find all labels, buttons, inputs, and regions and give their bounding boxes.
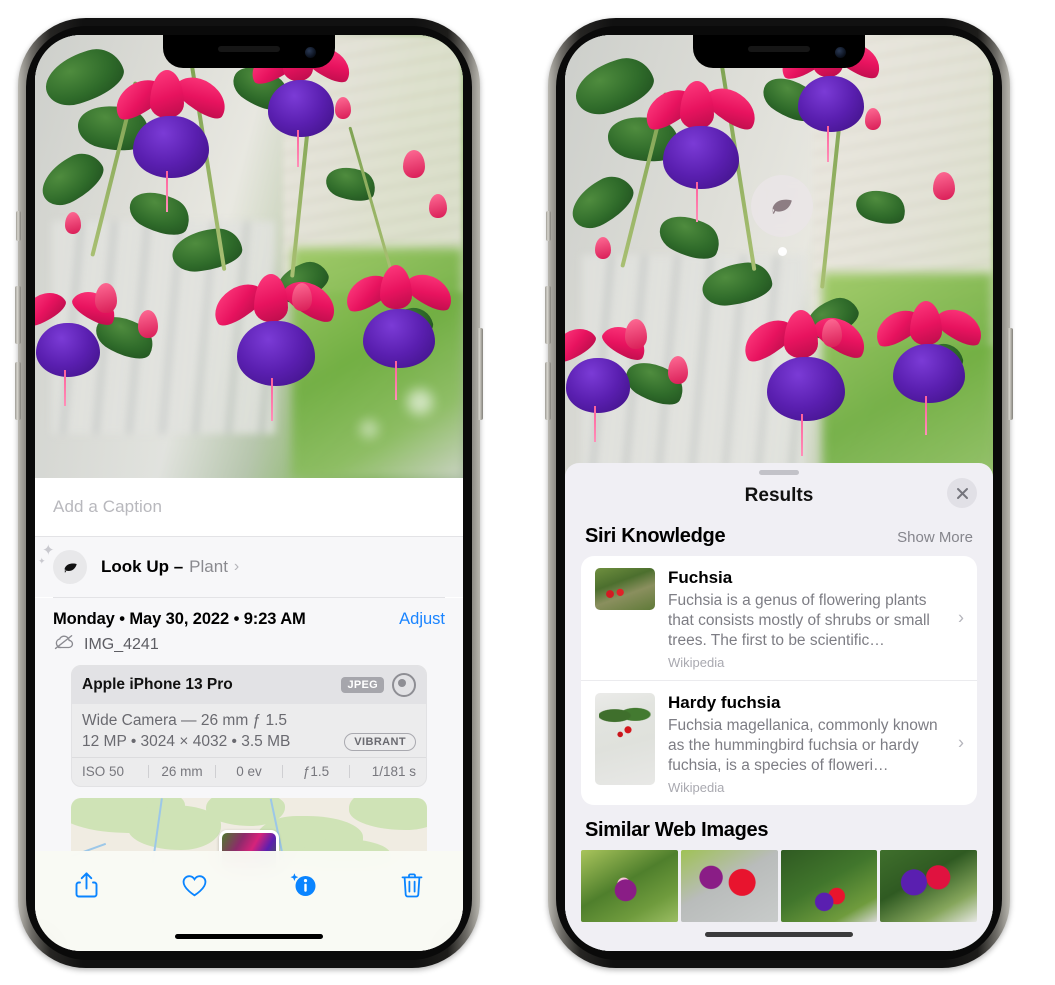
screen-left: Add a Caption ✦ ✦ Look Up – Plant › Mond… <box>35 35 463 951</box>
look-up-title: Look Up – <box>101 557 184 576</box>
volume-down-button[interactable] <box>545 362 551 420</box>
visual-look-up-badge[interactable] <box>751 175 813 237</box>
info-sparkle-icon[interactable] <box>282 865 324 905</box>
power-button[interactable] <box>1007 328 1013 420</box>
screen-right: Results Siri Knowledge Show More Fuchsia… <box>565 35 993 951</box>
file-row: IMG_4241 <box>53 634 445 655</box>
caption-row[interactable]: Add a Caption <box>35 478 463 536</box>
result-description: Fuchsia magellanica, commonly known as t… <box>668 716 938 775</box>
format-badge: JPEG <box>341 677 384 693</box>
list-item[interactable]: Fuchsia Fuchsia is a genus of flowering … <box>581 556 977 680</box>
result-source: Wikipedia <box>668 780 725 796</box>
look-up-subject: Plant <box>189 557 228 576</box>
camera-info-card: Apple iPhone 13 Pro JPEG Wide Camera — 2… <box>71 665 427 787</box>
front-camera-icon <box>835 47 846 58</box>
home-indicator[interactable] <box>705 932 853 937</box>
look-up-label: Look Up – Plant › <box>101 557 239 577</box>
photo-filename: IMG_4241 <box>84 635 159 653</box>
bottom-toolbar <box>35 851 463 951</box>
mute-switch[interactable] <box>546 211 551 241</box>
web-image-thumbnail[interactable] <box>880 850 977 923</box>
result-source: Wikipedia <box>668 655 725 671</box>
share-icon[interactable] <box>65 865 107 905</box>
cloud-slash-icon <box>53 634 75 655</box>
favorite-heart-icon[interactable] <box>174 865 216 905</box>
leaf-icon: ✦ ✦ <box>38 543 87 584</box>
power-button[interactable] <box>477 328 483 420</box>
volume-up-button[interactable] <box>545 286 551 344</box>
screenshot-root: Add a Caption ✦ ✦ Look Up – Plant › Mond… <box>0 0 1055 985</box>
aperture-icon <box>392 673 416 697</box>
result-title: Hardy fuchsia <box>668 693 781 713</box>
camera-model: Apple iPhone 13 Pro <box>82 676 233 693</box>
exif-shutter: 1/181 s <box>371 764 416 779</box>
siri-knowledge-card: Fuchsia Fuchsia is a genus of flowering … <box>581 556 977 806</box>
section-title: Similar Web Images <box>585 819 769 842</box>
earpiece-speaker <box>218 46 280 52</box>
trash-icon[interactable] <box>391 865 433 905</box>
chevron-right-icon: › <box>958 607 964 628</box>
exif-row: ISO 50 26 mm 0 ev ƒ1.5 1/181 s <box>72 757 426 786</box>
section-title: Siri Knowledge <box>585 525 726 547</box>
web-image-thumbnail[interactable] <box>780 850 878 923</box>
look-up-row[interactable]: ✦ ✦ Look Up – Plant › <box>35 537 463 597</box>
result-title: Fuchsia <box>668 568 733 587</box>
front-camera-icon <box>305 47 316 58</box>
exif-aperture: ƒ1.5 <box>302 764 330 779</box>
exif-iso: ISO 50 <box>82 764 125 779</box>
close-icon[interactable] <box>947 478 977 508</box>
camera-card-header: Apple iPhone 13 Pro JPEG <box>72 666 426 704</box>
chevron-right-icon: › <box>233 558 240 575</box>
visual-look-up-anchor-dot <box>778 247 787 256</box>
list-item[interactable]: Hardy fuchsia Fuchsia magellanica, commo… <box>581 680 977 805</box>
exif-ev: 0 ev <box>236 764 262 779</box>
iphone-right: Results Siri Knowledge Show More Fuchsia… <box>545 18 1013 968</box>
similar-web-images-header: Similar Web Images <box>565 805 993 848</box>
sparkle-small-icon: ✦ <box>38 556 46 566</box>
result-description: Fuchsia is a genus of flowering plants t… <box>668 591 930 650</box>
web-image-thumbnail[interactable] <box>680 850 778 923</box>
volume-down-button[interactable] <box>15 362 21 420</box>
caption-input[interactable]: Add a Caption <box>53 497 162 517</box>
result-thumbnail <box>595 693 655 786</box>
profile-badge: VIBRANT <box>344 733 416 751</box>
flower <box>108 68 234 213</box>
volume-up-button[interactable] <box>15 286 21 344</box>
similar-web-images-row[interactable] <box>565 850 993 923</box>
exif-focal: 26 mm <box>161 764 203 779</box>
notch <box>693 35 865 68</box>
siri-knowledge-header: Siri Knowledge Show More <box>565 517 993 556</box>
earpiece-speaker <box>748 46 810 52</box>
results-sheet: Results Siri Knowledge Show More Fuchsia… <box>565 463 993 951</box>
web-image-thumbnail[interactable] <box>581 850 678 923</box>
sheet-title: Results <box>744 485 814 506</box>
home-indicator[interactable] <box>175 934 323 939</box>
mute-switch[interactable] <box>16 211 21 241</box>
camera-card-body: Wide Camera — 26 mm ƒ 1.5 12 MP • 3024 ×… <box>72 704 426 757</box>
metadata-section: Monday • May 30, 2022 • 9:23 AM Adjust I… <box>35 598 463 878</box>
image-size-line: 12 MP • 3024 × 4032 • 3.5 MB <box>82 733 291 750</box>
sheet-header: Results <box>565 475 993 517</box>
result-thumbnail <box>595 568 655 610</box>
iphone-left: Add a Caption ✦ ✦ Look Up – Plant › Mond… <box>15 18 483 968</box>
chevron-right-icon: › <box>958 732 964 753</box>
photo-info-panel: Add a Caption ✦ ✦ Look Up – Plant › Mond… <box>35 478 463 951</box>
lens-description: Wide Camera — 26 mm ƒ 1.5 <box>82 712 288 729</box>
adjust-button[interactable]: Adjust <box>399 610 445 629</box>
notch <box>163 35 335 68</box>
photo-viewer[interactable] <box>35 35 463 478</box>
date-row: Monday • May 30, 2022 • 9:23 AM Adjust <box>53 610 445 629</box>
show-more-button[interactable]: Show More <box>897 529 973 546</box>
photo-date: Monday • May 30, 2022 • 9:23 AM <box>53 610 306 628</box>
